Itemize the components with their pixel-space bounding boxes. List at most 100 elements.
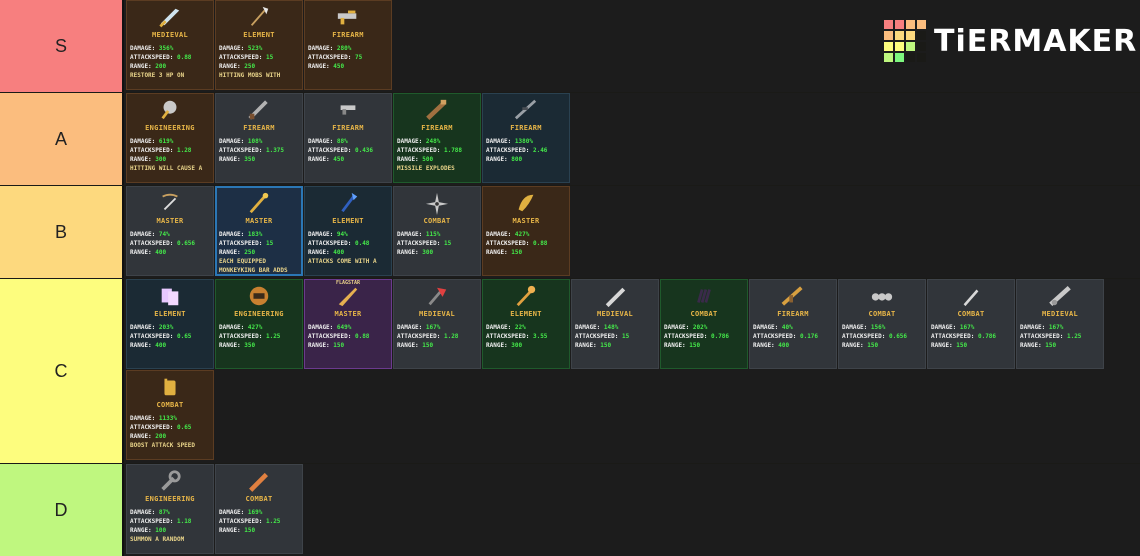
- weapon-category: MASTER: [512, 217, 540, 225]
- damage-stat: DAMAGE: 40%: [753, 324, 793, 331]
- weapon-category: MASTER: [245, 217, 273, 225]
- helmet-icon: [249, 286, 269, 306]
- attackspeed-stat: ATTACKSPEED: 15: [397, 240, 452, 247]
- weapon-card[interactable]: COMBAT DAMAGE: 115% ATTACKSPEED: 15 RANGE: …: [393, 186, 481, 276]
- weapon-card[interactable]: MEDIEVAL DAMAGE: 167% ATTACKSPEED: 1.25 RAN…: [1016, 279, 1104, 369]
- damage-stat: DAMAGE: 202%: [664, 324, 708, 331]
- weapon-note: EACH EQUIPPED: [219, 258, 266, 265]
- tiermaker-logo[interactable]: TiERMAKER: [884, 20, 1137, 62]
- attackspeed-value: 0.88: [532, 240, 548, 247]
- weapon-card[interactable]: ELEMENT DAMAGE: 523% ATTACKSPEED: 15 RANGE:…: [215, 0, 303, 90]
- tier-row-c: C ELEMENT DAMAGE: 203% ATTACKSPEED: 0.65 RAN…: [0, 279, 1140, 463]
- attackspeed-stat: ATTACKSPEED: 0.88: [486, 240, 548, 247]
- damage-value: 167%: [1048, 324, 1064, 331]
- weapon-card[interactable]: ELEMENT DAMAGE: 203% ATTACKSPEED: 0.65 RANG…: [126, 279, 214, 369]
- weapon-card[interactable]: FIREARM DAMAGE: 280% ATTACKSPEED: 75 RANGE:…: [304, 0, 392, 90]
- damage-value: 74%: [158, 231, 170, 238]
- weapon-card[interactable]: FLAGSTAR MASTER DAMAGE: 649% ATTACKSPEED: 0…: [304, 279, 392, 369]
- range-stat: RANGE: 400: [753, 342, 790, 349]
- weapon-card[interactable]: FIREARM DAMAGE: 248% ATTACKSPEED: 1.788 RAN…: [393, 93, 481, 183]
- weapon-card[interactable]: MEDIEVAL DAMAGE: 356% ATTACKSPEED: 0.88 RAN…: [126, 0, 214, 90]
- tier-label[interactable]: S: [0, 0, 124, 92]
- tier-items: MASTER DAMAGE: 74% ATTACKSPEED: 0.656 RANGE…: [124, 186, 1140, 278]
- damage-value: 40%: [781, 324, 793, 331]
- tier-row-d: D ENGINEERING DAMAGE: 87% ATTACKSPEED: 1.18…: [0, 464, 1140, 556]
- attackspeed-value: 75: [354, 54, 363, 61]
- rifle-icon: [781, 286, 803, 306]
- damage-value: 183%: [247, 231, 263, 238]
- weapon-card[interactable]: FIREARM DAMAGE: 40% ATTACKSPEED: 0.176 RANG…: [749, 279, 837, 369]
- weapon-card[interactable]: ENGINEERING DAMAGE: 619% ATTACKSPEED: 1.28…: [126, 93, 214, 183]
- range-value: 150: [956, 342, 968, 349]
- range-value: 450: [333, 156, 345, 163]
- weapon-category: MEDIEVAL: [151, 31, 189, 39]
- attackspeed-value: 1.28: [443, 333, 459, 340]
- staff-icon: [249, 192, 269, 214]
- attackspeed-stat: ATTACKSPEED: 0.48: [308, 240, 370, 247]
- range-stat: RANGE: 150: [575, 342, 612, 349]
- range-stat: RANGE: 200: [130, 63, 167, 70]
- weapon-card[interactable]: ELEMENT DAMAGE: 94% ATTACKSPEED: 0.48 RANGE…: [304, 186, 392, 276]
- claw-icon: [697, 289, 711, 303]
- weapon-card[interactable]: ENGINEERING DAMAGE: 87% ATTACKSPEED: 1.18 R…: [126, 464, 214, 554]
- knuckles-icon: [871, 293, 893, 301]
- weapon-card[interactable]: MASTER DAMAGE: 427% ATTACKSPEED: 0.88 RANGE…: [482, 186, 570, 276]
- range-stat: RANGE: 300: [486, 342, 523, 349]
- weapon-category: COMBAT: [423, 217, 451, 225]
- damage-stat: DAMAGE: 167%: [931, 324, 975, 331]
- tier-label[interactable]: A: [0, 93, 124, 185]
- weapon-card[interactable]: COMBAT DAMAGE: 156% ATTACKSPEED: 0.656 RANG…: [838, 279, 926, 369]
- dagger-icon: [963, 289, 979, 307]
- damage-stat: DAMAGE: 427%: [486, 231, 530, 238]
- damage-stat: DAMAGE: 619%: [130, 138, 174, 145]
- weapon-note: MONKEYKING BAR ADDS: [219, 267, 288, 274]
- range-stat: RANGE: 450: [308, 63, 345, 70]
- range-value: 400: [778, 342, 790, 349]
- range-value: 250: [244, 63, 256, 70]
- damage-stat: DAMAGE: 649%: [308, 324, 352, 331]
- broadsword-icon: [605, 287, 626, 308]
- attackspeed-value: 15: [621, 333, 630, 340]
- attackspeed-value: 3.55: [532, 333, 548, 340]
- range-value: 300: [155, 156, 167, 163]
- weapon-card[interactable]: MASTER DAMAGE: 183% ATTACKSPEED: 15 RANGE: …: [215, 186, 303, 276]
- weapon-card[interactable]: FIREARM DAMAGE: 88% ATTACKSPEED: 0.436 RANG…: [304, 93, 392, 183]
- damage-value: 108%: [247, 138, 263, 145]
- scepter-icon: [516, 285, 536, 307]
- weapon-category: ENGINEERING: [145, 124, 195, 132]
- weapon-card[interactable]: ENGINEERING DAMAGE: 427% ATTACKSPEED: 1.25…: [215, 279, 303, 369]
- weapon-card[interactable]: ELEMENT DAMAGE: 22% ATTACKSPEED: 3.55 RANGE…: [482, 279, 570, 369]
- weapon-note: RESTORE 3 HP ON: [130, 72, 185, 79]
- weapon-card[interactable]: COMBAT DAMAGE: 202% ATTACKSPEED: 0.786 RANG…: [660, 279, 748, 369]
- weapon-card[interactable]: FIREARM DAMAGE: 108% ATTACKSPEED: 1.375 RAN…: [215, 93, 303, 183]
- weapon-card[interactable]: COMBAT DAMAGE: 167% ATTACKSPEED: 0.786 RANG…: [927, 279, 1015, 369]
- damage-value: 94%: [336, 231, 348, 238]
- tier-items: ENGINEERING DAMAGE: 619% ATTACKSPEED: 1.28…: [124, 93, 1140, 185]
- weapon-card[interactable]: MASTER DAMAGE: 74% ATTACKSPEED: 0.656 RANGE…: [126, 186, 214, 276]
- damage-value: 1133%: [158, 415, 177, 422]
- attackspeed-value: 0.436: [354, 147, 374, 154]
- attackspeed-stat: ATTACKSPEED: 1.28: [130, 147, 192, 154]
- launcher-icon: [426, 99, 447, 120]
- weapon-note: HITTING MOBS WITH: [219, 72, 281, 79]
- pistol-icon: [340, 105, 356, 115]
- attackspeed-stat: ATTACKSPEED: 0.88: [130, 54, 192, 61]
- weapon-card[interactable]: MEDIEVAL DAMAGE: 148% ATTACKSPEED: 15 RANGE…: [571, 279, 659, 369]
- range-stat: RANGE: 250: [219, 63, 256, 70]
- damage-value: 167%: [425, 324, 441, 331]
- damage-stat: DAMAGE: 523%: [219, 45, 263, 52]
- damage-value: 427%: [247, 324, 263, 331]
- weapon-card[interactable]: COMBAT DAMAGE: 1133% ATTACKSPEED: 0.65 RANG…: [126, 370, 214, 460]
- weapon-category: MASTER: [156, 217, 184, 225]
- attackspeed-stat: ATTACKSPEED: 1.25: [219, 333, 281, 340]
- range-stat: RANGE: 350: [219, 156, 256, 163]
- axe-icon: [428, 287, 447, 306]
- tier-label[interactable]: C: [0, 279, 124, 463]
- weapon-category: COMBAT: [156, 401, 184, 409]
- weapon-card[interactable]: FIREARM DAMAGE: 1380% ATTACKSPEED: 2.46 RAN…: [482, 93, 570, 183]
- weapon-card[interactable]: MEDIEVAL DAMAGE: 167% ATTACKSPEED: 1.28 RAN…: [393, 279, 481, 369]
- weapon-card[interactable]: COMBAT DAMAGE: 169% ATTACKSPEED: 1.25 RANGE…: [215, 464, 303, 554]
- tier-label[interactable]: B: [0, 186, 124, 278]
- tier-label[interactable]: D: [0, 464, 124, 556]
- damage-value: 523%: [247, 45, 263, 52]
